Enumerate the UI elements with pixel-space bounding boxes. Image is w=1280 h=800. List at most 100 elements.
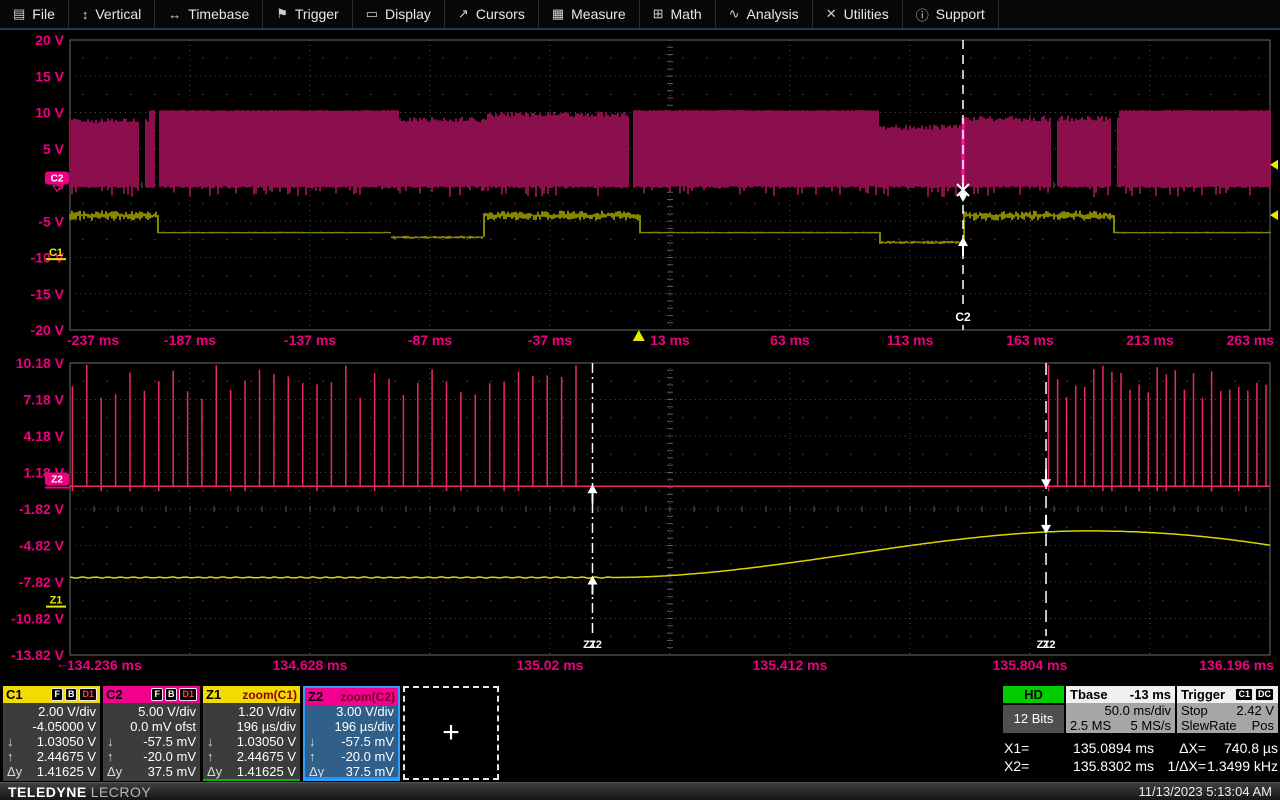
menu-label: Vertical: [95, 6, 141, 22]
file-icon: ▤: [13, 6, 25, 22]
descriptor-badge-d1: D1: [79, 688, 97, 701]
cursor-readout: X1= 135.0894 ms ΔX= 740.8 µs X2= 135.830…: [1004, 739, 1278, 775]
menu-item-trigger[interactable]: ⚑Trigger: [263, 0, 352, 28]
menu-label: Display: [385, 6, 431, 22]
descriptor-row: ↓-57.5 mV: [305, 734, 398, 749]
x-axis-label: -137 ms: [284, 332, 336, 348]
trace-id: C1: [6, 687, 23, 702]
plus-icon: +: [442, 718, 460, 748]
trigger-box[interactable]: Trigger C1 DC Stop 2.42 V SlewRate Pos: [1177, 686, 1278, 733]
descriptor-row: 3.00 V/div: [305, 704, 398, 719]
menu-label: Timebase: [188, 6, 249, 22]
analysis-icon: ∿: [729, 6, 740, 22]
y-axis-label: -7.82 V: [19, 574, 65, 590]
add-trace-button[interactable]: +: [403, 686, 499, 780]
support-icon: ⓘ: [916, 5, 929, 24]
descriptor-badge-b: B: [165, 688, 178, 701]
y-axis-label: -1.82 V: [19, 501, 65, 517]
x1-value: 135.0894 ms: [1050, 740, 1154, 756]
menu-item-vertical[interactable]: ↕Vertical: [69, 0, 155, 28]
menu-label: Math: [671, 6, 702, 22]
y-axis-label: 10.18 V: [16, 355, 65, 371]
right-level-marker: [1270, 160, 1278, 170]
menu-item-file[interactable]: ▤ File: [0, 0, 69, 28]
x-axis-label: 135.804 ms: [993, 657, 1068, 673]
y-axis-label: -15 V: [31, 286, 65, 302]
dx-label: ΔX=: [1154, 740, 1206, 756]
trigger-coupling-badge: DC: [1255, 688, 1274, 701]
timebase-scale: 50.0 ms/div: [1105, 703, 1171, 718]
descriptor-row: 5.00 V/div: [103, 704, 200, 719]
menu-item-display[interactable]: ▭Display: [353, 0, 445, 28]
cursor-label: Z2: [1043, 639, 1056, 651]
trigger-label: Trigger: [1181, 687, 1225, 702]
trace-c2[interactable]: [70, 110, 1270, 197]
descriptor-row: -4.05000 V: [3, 719, 100, 734]
descriptor-row: 0.0 mV ofst: [103, 719, 200, 734]
menu-item-measure[interactable]: ▦Measure: [539, 0, 640, 28]
y-axis-label: 5 V: [43, 141, 65, 157]
datetime: 11/13/2023 5:13:04 AM: [1139, 784, 1272, 799]
hd-label: HD: [1003, 686, 1064, 703]
x-axis-label: 113 ms: [887, 332, 934, 348]
descriptor-header: C1FBD1: [3, 686, 100, 703]
dx-value: 740.8 µs: [1206, 740, 1278, 756]
x-axis-label: -187 ms: [164, 332, 216, 348]
menu-item-support[interactable]: ⓘ Support: [903, 0, 999, 28]
trigger-position-marker[interactable]: [633, 330, 645, 341]
y-axis-label: -4.82 V: [19, 538, 65, 554]
menu-bar: ▤ File ↕Vertical↔Timebase⚑Trigger▭Display↗…: [0, 0, 1280, 30]
menu-item-math[interactable]: ⊞ Math: [640, 0, 716, 28]
menu-item-timebase[interactable]: ↔Timebase: [155, 0, 263, 28]
menu-label: Measure: [571, 6, 625, 22]
timebase-box[interactable]: Tbase -13 ms 50.0 ms/div 2.5 MS 5 MS/s: [1066, 686, 1175, 733]
descriptor-row: ↓-57.5 mV: [103, 734, 200, 749]
y-axis-label: 7.18 V: [24, 392, 65, 408]
svg-text:C2: C2: [51, 173, 64, 184]
math-icon: ⊞: [653, 6, 664, 22]
x-axis-label: 134.236 ms: [67, 657, 142, 673]
y-axis-label: -10.82 V: [11, 611, 65, 627]
x1-label: X1=: [1004, 740, 1050, 756]
x-axis-label: 13 ms: [650, 332, 690, 348]
menu-label: Utilities: [844, 6, 889, 22]
trace-descriptor-c1[interactable]: C1FBD12.00 V/div-4.05000 V↓1.03050 V↑2.4…: [3, 686, 100, 781]
trigger-level: 2.42 V: [1236, 703, 1274, 718]
descriptor-row: 196 µs/div: [305, 719, 398, 734]
status-bar: TELEDYNELECROY 11/13/2023 5:13:04 AM: [0, 782, 1280, 800]
trace-id: Z2: [308, 689, 323, 704]
cursor-label: C2: [955, 310, 971, 324]
zoom-source-label: zoom(C1): [242, 688, 297, 702]
pan-left-arrow: ←: [56, 656, 69, 671]
hd-mode-box[interactable]: HD 12 Bits: [1003, 686, 1064, 733]
menu-item-analysis[interactable]: ∿Analysis: [716, 0, 813, 28]
descriptor-header: C2FBD1: [103, 686, 200, 703]
descriptor-row: ↑2.44675 V: [203, 749, 300, 764]
x2-label: X2=: [1004, 758, 1050, 774]
right-level-marker: [1270, 210, 1278, 220]
descriptor-row: Δy1.41625 V: [203, 764, 300, 779]
x2-value: 135.8302 ms: [1050, 758, 1154, 774]
menu-label: Trigger: [295, 6, 339, 22]
trace-descriptor-c2[interactable]: C2FBD15.00 V/div0.0 mV ofst↓-57.5 mV↑-20…: [103, 686, 200, 781]
trace-descriptor-z1[interactable]: Z1zoom(C1)1.20 V/div196 µs/div↓1.03050 V…: [203, 686, 300, 781]
trace-descriptor-z2[interactable]: Z2zoom(C2)3.00 V/div196 µs/div↓-57.5 mV↑…: [303, 686, 400, 781]
menu-label: Support: [936, 6, 985, 22]
menu-item-cursors[interactable]: ↗Cursors: [445, 0, 539, 28]
x-axis-label: 213 ms: [1126, 332, 1174, 348]
axis-marker-z1[interactable]: Z1: [50, 595, 63, 607]
descriptor-row: ↑-20.0 mV: [305, 749, 398, 764]
timebase-offset: -13 ms: [1130, 687, 1171, 702]
x-axis-label: 263 ms: [1227, 332, 1275, 348]
menu-item-utilities[interactable]: ✕Utilities: [813, 0, 903, 28]
timebase-rate: 5 MS/s: [1131, 718, 1171, 733]
x-axis-label: -237 ms: [67, 332, 119, 348]
timebase-label: Tbase: [1070, 687, 1108, 702]
menu-label: File: [32, 6, 55, 22]
trigger-source-badge: C1: [1235, 688, 1253, 701]
x-axis-label: 63 ms: [770, 332, 810, 348]
y-axis-label: 20 V: [35, 32, 64, 48]
axis-marker-c1[interactable]: C1: [49, 247, 63, 259]
descriptor-row: ↓1.03050 V: [3, 734, 100, 749]
trigger-mode: Stop: [1181, 703, 1208, 718]
